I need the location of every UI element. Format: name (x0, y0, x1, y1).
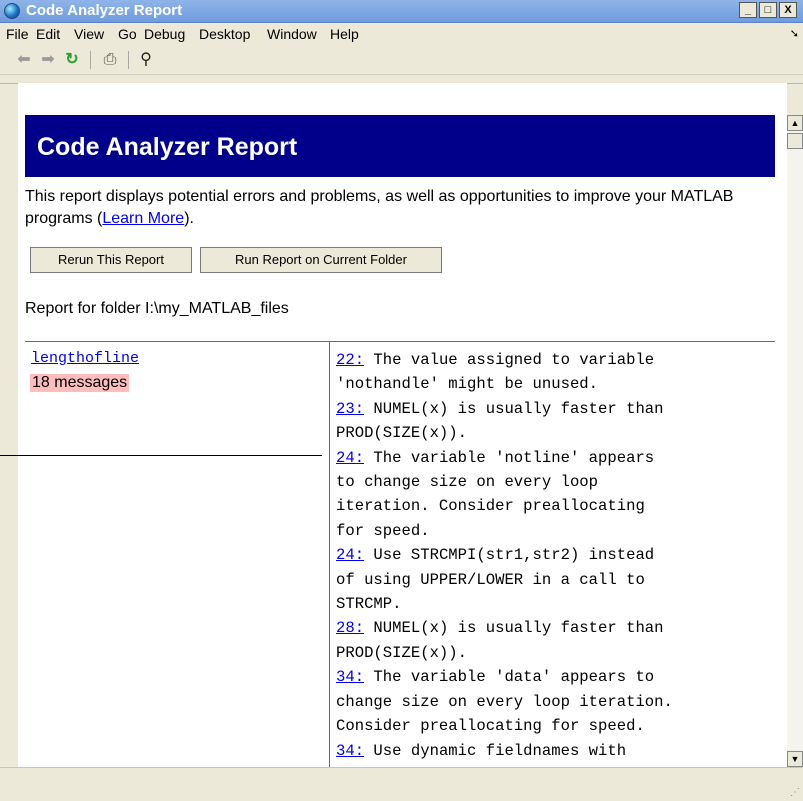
line-number-link[interactable]: 34: (336, 742, 364, 760)
message-text: Use STRCMPI(str1,str2) instead of using … (336, 546, 655, 614)
messages-column: 22: The value assigned to variable 'noth… (336, 348, 766, 787)
menu-window[interactable]: Window (267, 26, 317, 42)
folder-path-label: Report for folder I:\my_MATLAB_files (25, 300, 289, 317)
message-item: 22: The value assigned to variable 'noth… (336, 348, 766, 397)
status-bar: ⋰ (0, 767, 803, 801)
window-title: Code Analyzer Report (26, 2, 183, 19)
report-heading: Code Analyzer Report (37, 133, 298, 161)
description-suffix: ). (184, 210, 194, 227)
line-number-link[interactable]: 34: (336, 668, 364, 686)
menu-file[interactable]: File (6, 26, 29, 42)
window-controls: _ □ X (737, 2, 797, 18)
resize-grip-icon[interactable]: ⋰ (790, 787, 800, 798)
menu-overflow-arrow-icon[interactable]: ➘ (790, 27, 799, 40)
message-item: 24: Use STRCMPI(str1,str2) instead of us… (336, 543, 766, 616)
menu-view[interactable]: View (74, 26, 104, 42)
run-current-folder-button[interactable]: Run Report on Current Folder (200, 247, 442, 273)
line-number-link[interactable]: 24: (336, 546, 364, 564)
message-text: The variable 'notline' appears to change… (336, 448, 655, 540)
file-link[interactable]: lengthofline (31, 350, 139, 367)
minimize-button[interactable]: _ (739, 2, 757, 18)
line-number-link[interactable]: 23: (336, 400, 364, 418)
message-item: 24: The variable 'notline' appears to ch… (336, 446, 766, 544)
report-description: This report displays potential errors an… (25, 186, 775, 230)
results-table: lengthofline 18 messages 22: The value a… (25, 341, 775, 784)
message-text: The value assigned to variable 'nothandl… (336, 351, 655, 394)
find-binoculars-icon[interactable]: ⚲ (136, 51, 156, 69)
line-number-link[interactable]: 24: (336, 449, 364, 467)
menu-edit[interactable]: Edit (36, 26, 60, 42)
callout-pointer-line (0, 455, 322, 456)
matlab-report-window: Code Analyzer Report _ □ X File Edit Vie… (0, 0, 803, 801)
line-number-link[interactable]: 22: (336, 351, 364, 369)
menu-go[interactable]: Go (118, 26, 137, 42)
learn-more-link[interactable]: Learn More (102, 210, 184, 227)
menu-desktop[interactable]: Desktop (199, 26, 250, 42)
message-text: NUMEL(x) is usually faster than PROD(SIZ… (336, 619, 664, 662)
file-column: lengthofline 18 messages (25, 342, 329, 768)
message-count-badge: 18 messages (30, 374, 130, 392)
title-bar[interactable]: Code Analyzer Report _ □ X (0, 0, 803, 23)
message-text: NUMEL(x) is usually faster than PROD(SIZ… (336, 399, 664, 443)
toolbar: ⬅ ➡ ↻ ⎙ ⚲ (0, 46, 803, 75)
print-icon[interactable]: ⎙ (100, 51, 120, 69)
matlab-globe-icon (4, 3, 20, 19)
line-number-link[interactable]: 28: (336, 619, 364, 637)
refresh-icon[interactable]: ↻ (62, 51, 82, 69)
back-arrow-icon[interactable]: ⬅ (14, 51, 34, 69)
report-header: Code Analyzer Report (25, 115, 775, 177)
maximize-button[interactable]: □ (759, 2, 777, 18)
rerun-report-button[interactable]: Rerun This Report (30, 247, 192, 273)
message-text: The variable 'data' appears to change si… (336, 668, 673, 736)
close-button[interactable]: X (779, 2, 797, 18)
menu-help[interactable]: Help (330, 26, 359, 42)
scroll-up-arrow-icon[interactable]: ▲ (787, 115, 803, 131)
toolbar-separator (90, 51, 91, 69)
menu-debug[interactable]: Debug (144, 26, 185, 42)
message-item: 34: The variable 'data' appears to chang… (336, 665, 766, 738)
menu-bar: File Edit View Go Debug Desktop Window H… (0, 23, 803, 45)
forward-arrow-icon[interactable]: ➡ (38, 51, 58, 69)
scroll-down-arrow-icon[interactable]: ▼ (787, 751, 803, 767)
message-item: 23: NUMEL(x) is usually faster than PROD… (336, 397, 766, 446)
message-item: 28: NUMEL(x) is usually faster than PROD… (336, 616, 766, 665)
scrollbar-thumb[interactable] (787, 133, 803, 149)
column-divider (329, 342, 330, 768)
toolbar-separator (128, 51, 129, 69)
vertical-scrollbar[interactable]: ▲ ▼ (787, 115, 803, 767)
